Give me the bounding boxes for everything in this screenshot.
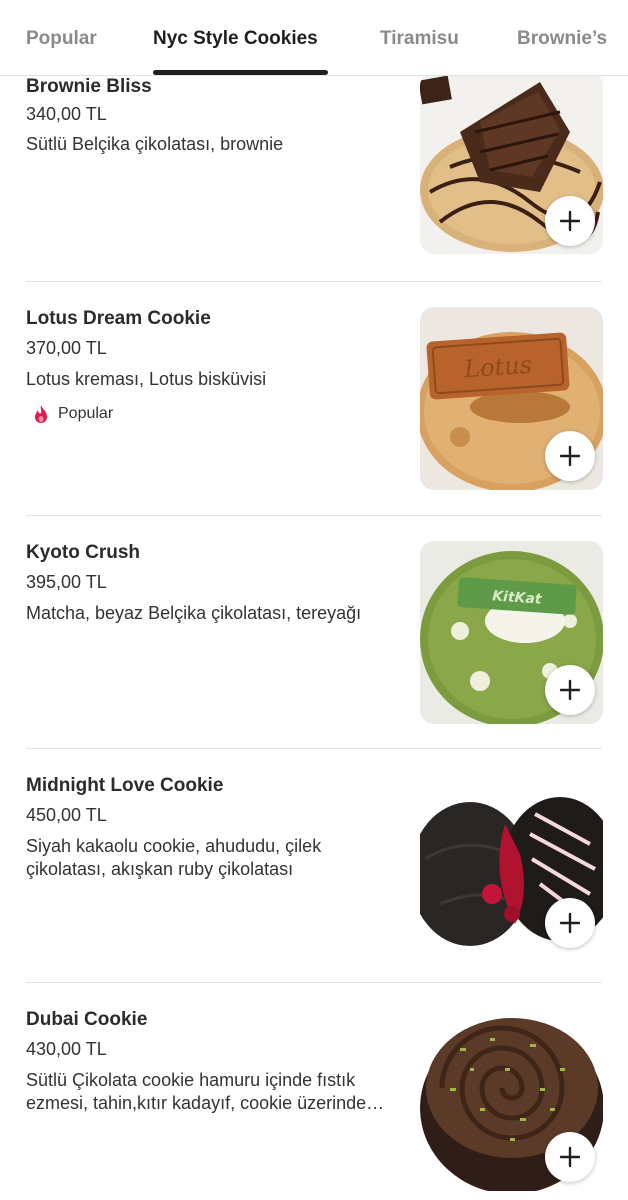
active-tab-indicator xyxy=(153,70,328,75)
product-name: Brownie Bliss xyxy=(26,76,152,97)
product-price: 340,00 TL xyxy=(26,104,107,124)
plus-icon xyxy=(559,445,581,467)
tab-popular[interactable]: Popular xyxy=(26,28,97,50)
plus-icon xyxy=(559,1146,581,1168)
product-price: 370,00 TL xyxy=(26,338,107,358)
matcha-cookie-image[interactable]: KitKat xyxy=(420,541,603,724)
product-name: Kyoto Crush xyxy=(26,542,140,563)
add-to-cart-button[interactable] xyxy=(545,431,595,481)
divider xyxy=(26,281,602,282)
lotus-cookie-image[interactable]: Lotus xyxy=(420,307,603,490)
product-description: Matcha, beyaz Belçika çikolatası, tereya… xyxy=(26,603,362,623)
divider xyxy=(26,748,602,749)
list-item[interactable]: Midnight Love Cookie 450,00 TL Siyah kak… xyxy=(0,774,628,985)
plus-icon xyxy=(559,679,581,701)
tab-tiramisu[interactable]: Tiramisu xyxy=(380,28,459,50)
plus-icon xyxy=(559,210,581,232)
product-description: Lotus kreması, Lotus bisküvisi xyxy=(26,369,267,389)
divider xyxy=(26,515,602,516)
add-to-cart-button[interactable] xyxy=(545,665,595,715)
tab-nyc-style-cookies[interactable]: Nyc Style Cookies xyxy=(153,28,318,50)
product-description: Siyah kakaolu cookie, ahududu, çilek çik… xyxy=(26,836,322,879)
add-to-cart-button[interactable] xyxy=(545,1132,595,1182)
category-tab-bar: Popular Nyc Style Cookies Tiramisu Brown… xyxy=(0,0,628,76)
list-item[interactable]: Lotus Dream Cookie 370,00 TL Lotus krema… xyxy=(0,307,628,518)
product-price: 430,00 TL xyxy=(26,1039,107,1059)
list-item[interactable]: Kyoto Crush 395,00 TL Matcha, beyaz Belç… xyxy=(0,541,628,752)
divider xyxy=(26,982,602,983)
product-list[interactable]: Brownie Bliss 340,00 TL Sütlü Belçika çi… xyxy=(0,76,628,1200)
add-to-cart-button[interactable] xyxy=(545,898,595,948)
product-description: Sütlü Belçika çikolatası, brownie xyxy=(26,134,284,154)
badge-label: Popular xyxy=(58,405,114,422)
dark-cookie-image[interactable] xyxy=(420,774,603,957)
product-name: Lotus Dream Cookie xyxy=(26,308,211,329)
product-description: Sütlü Çikolata cookie hamuru içinde fıst… xyxy=(26,1070,367,1113)
product-price: 395,00 TL xyxy=(26,572,107,592)
product-price: 450,00 TL xyxy=(26,805,107,825)
product-name: Midnight Love Cookie xyxy=(26,775,224,796)
add-to-cart-button[interactable] xyxy=(545,196,595,246)
plus-icon xyxy=(559,912,581,934)
popular-badge: Popular xyxy=(32,404,113,424)
dubai-cookie-image[interactable] xyxy=(420,1008,603,1191)
brownie-cookie-image[interactable] xyxy=(420,76,603,254)
tab-brownies[interactable]: Brownie’s xyxy=(517,28,607,50)
lotus-embossed-label: Lotus xyxy=(462,351,533,384)
flame-icon xyxy=(35,405,47,423)
list-item[interactable]: Dubai Cookie 430,00 TL Sütlü Çikolata co… xyxy=(0,1008,628,1200)
product-name: Dubai Cookie xyxy=(26,1009,148,1030)
list-item[interactable]: Brownie Bliss 340,00 TL Sütlü Belçika çi… xyxy=(0,76,628,282)
